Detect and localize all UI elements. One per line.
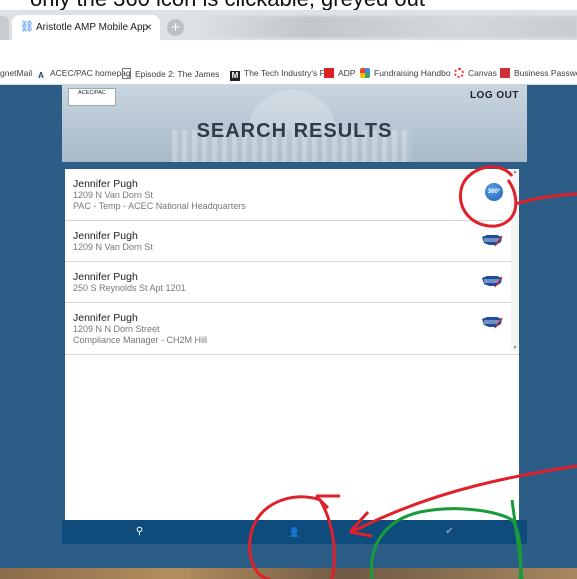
result-address: 1209 N Van Dorn St [73,242,153,252]
bottom-nav: ⚲ 👤 ✔ [62,520,527,544]
result-row[interactable]: Jennifer Pugh 1209 N Van Dorn St PAC - T… [65,169,519,221]
nav-check-button[interactable]: ✔ [372,520,527,544]
bookmark-item[interactable]: Fundraising Handbo [360,68,451,78]
close-tab-icon[interactable]: × [145,20,152,34]
scroll-down-icon[interactable]: ▼ [511,345,519,351]
us-map-icon [482,276,503,288]
acec-pac-logo: ACEC/PAC [68,88,116,106]
results-scrollbar[interactable]: ▲ ▼ [511,169,519,351]
check-icon: ✔ [445,526,454,537]
result-address: 1209 N N Dorn Street [73,324,160,334]
address-bar-area[interactable] [0,40,577,62]
app-favicon-icon: ⛓ [20,21,34,33]
result-row[interactable]: Jennifer Pugh 1209 N Van Dorn St [65,221,519,262]
page-title: SEARCH RESULTS [196,120,393,142]
bookmark-adp-icon [324,68,334,78]
add-user-icon: 👤 [288,527,301,537]
tab-title: Aristotle AMP Mobile App [36,22,149,33]
blurred-tabstrip-area [190,16,577,38]
360-icon[interactable]: 360° [485,183,503,201]
bookmarks-bar: gnetMail A ACEC/PAC homepag Episode 2: Th… [0,62,577,85]
result-detail: PAC - Temp - ACEC National Headquarters [73,201,246,211]
bookmark-item[interactable]: ADP [324,68,355,78]
caption-strip: only the 360 icon is clickable, greyed o… [0,0,577,10]
caption-text: only the 360 icon is clickable, greyed o… [30,0,425,10]
results-list: Jennifer Pugh 1209 N Van Dorn St PAC - T… [65,169,519,355]
us-map-icon [482,317,503,329]
new-tab-button[interactable]: + [167,19,184,36]
result-name: Jennifer Pugh [73,230,138,242]
app-window: ACEC/PAC LOG OUT SEARCH RESULTS Jennifer… [62,84,527,544]
result-address: 1209 N Van Dorn St [73,190,153,200]
bookmark-item[interactable]: gnetMail [0,68,32,78]
result-row[interactable]: Jennifer Pugh 250 S Reynolds St Apt 1201 [65,262,519,303]
result-row[interactable]: Jennifer Pugh 1209 N N Dorn Street Compl… [65,303,519,355]
bookmark-item[interactable]: A ACEC/PAC homepag [36,68,131,81]
tab-aristotle[interactable]: ⛓ Aristotle AMP Mobile App × [12,15,160,40]
scroll-up-icon[interactable]: ▲ [511,169,519,175]
result-name: Jennifer Pugh [73,312,138,324]
browser-tabstrip: ⛓ Aristotle AMP Mobile App × + [0,10,577,40]
nav-add-user-button[interactable]: 👤 [217,520,372,544]
bookmark-page-icon [122,68,131,79]
result-address: 250 S Reynolds St Apt 1201 [73,283,186,293]
logout-button[interactable]: LOG OUT [470,90,519,101]
bookmark-lastpass-icon [500,68,510,78]
desktop-background-strip [0,568,577,579]
bookmark-item[interactable]: Episode 2: The James [122,68,219,79]
result-detail: Compliance Manager - CH2M Hill [73,335,208,345]
bookmark-item[interactable]: Business Password [500,68,577,78]
header-banner: ACEC/PAC LOG OUT SEARCH RESULTS [62,84,527,162]
results-panel: Jennifer Pugh 1209 N Van Dorn St PAC - T… [65,169,519,520]
us-map-icon [482,235,503,247]
bookmark-medium-icon: M [230,71,240,81]
bookmark-item[interactable]: Canvas [454,68,497,78]
bookmark-drive-icon [360,68,370,78]
bookmark-canvas-icon [454,68,464,78]
result-name: Jennifer Pugh [73,178,138,190]
bookmark-acec-icon: A [38,71,44,80]
result-name: Jennifer Pugh [73,271,138,283]
bookmark-item[interactable]: M The Tech Industry's F [230,68,325,81]
search-icon: ⚲ [135,526,144,537]
previous-tab[interactable] [0,16,9,40]
nav-search-button[interactable]: ⚲ [62,520,217,544]
